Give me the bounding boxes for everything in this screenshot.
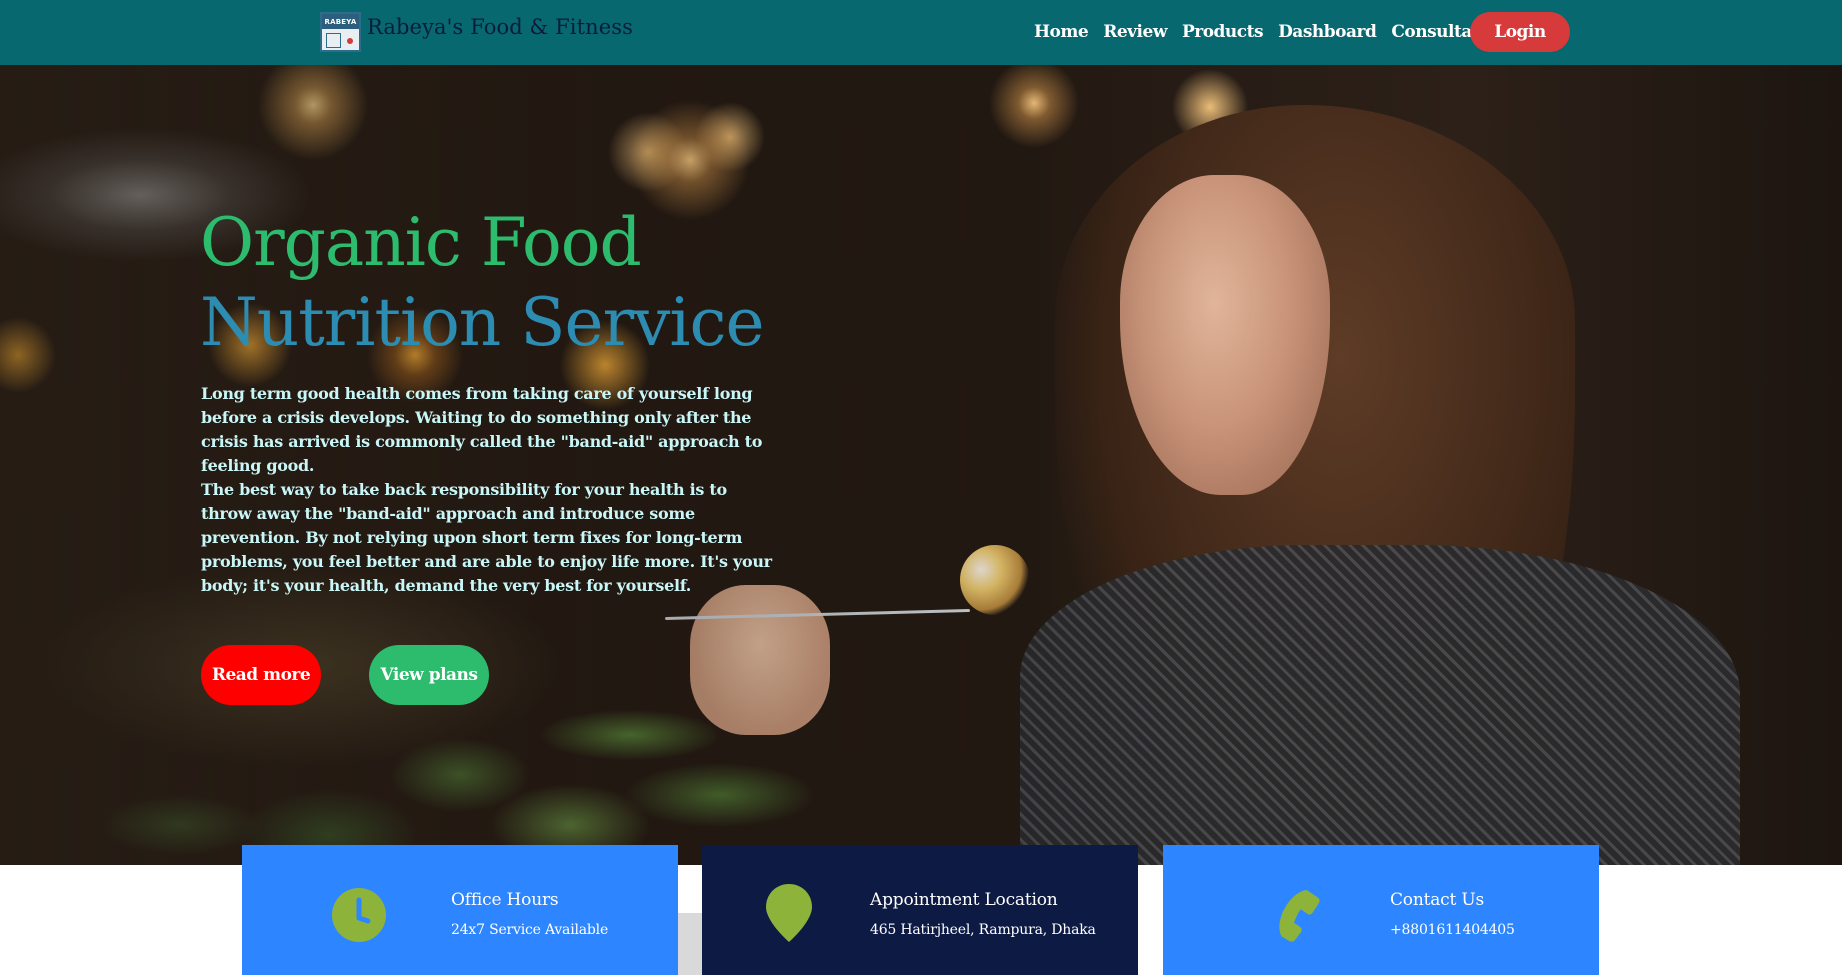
brand[interactable]: RABEYA Rabeya's Food & Fitness bbox=[320, 12, 633, 52]
hero-section: Organic Food Nutrition Service Long term… bbox=[0, 65, 1842, 865]
brand-name[interactable]: Rabeya's Food & Fitness bbox=[367, 15, 633, 39]
location-pin-icon bbox=[762, 884, 816, 942]
logo-text: RABEYA bbox=[322, 14, 359, 29]
hero-title-line1: Organic Food bbox=[200, 204, 642, 281]
logo-square bbox=[326, 33, 341, 48]
nav-link-dashboard[interactable]: Dashboard bbox=[1278, 22, 1377, 42]
hero-paragraph-2: The best way to take back responsibility… bbox=[201, 480, 772, 595]
view-plans-button[interactable]: View plans bbox=[369, 645, 489, 705]
office-hours-card: Office Hours 24x7 Service Available bbox=[242, 845, 678, 975]
nav-link-products[interactable]: Products bbox=[1182, 22, 1264, 42]
contact-us-subtitle: +8801611404405 bbox=[1390, 922, 1515, 938]
logo-dot bbox=[347, 38, 353, 44]
office-hours-title: Office Hours bbox=[451, 890, 559, 910]
read-more-button[interactable]: Read more bbox=[201, 645, 321, 705]
clock-icon bbox=[332, 887, 386, 943]
nav-link-home[interactable]: Home bbox=[1034, 22, 1089, 42]
navbar: RABEYA Rabeya's Food & Fitness Home Revi… bbox=[0, 0, 1842, 65]
phone-icon bbox=[1266, 887, 1320, 943]
contact-us-title: Contact Us bbox=[1390, 890, 1484, 910]
appointment-location-title: Appointment Location bbox=[870, 890, 1058, 910]
divider-strip bbox=[678, 913, 702, 975]
appointment-location-subtitle: 465 Hatirjheel, Rampura, Dhaka bbox=[870, 922, 1096, 938]
hero-paragraph-1: Long term good health comes from taking … bbox=[201, 384, 763, 475]
hero-title-line2: Nutrition Service bbox=[200, 284, 765, 361]
nav-link-review[interactable]: Review bbox=[1103, 22, 1167, 42]
nav-links: Home Review Products Dashboard Consultat… bbox=[1034, 12, 1523, 52]
login-button[interactable]: Login bbox=[1470, 12, 1570, 52]
contact-us-card: Contact Us +8801611404405 bbox=[1163, 845, 1599, 975]
appointment-location-card: Appointment Location 465 Hatirjheel, Ram… bbox=[702, 845, 1138, 975]
office-hours-subtitle: 24x7 Service Available bbox=[451, 922, 609, 938]
brand-logo: RABEYA bbox=[320, 12, 361, 52]
